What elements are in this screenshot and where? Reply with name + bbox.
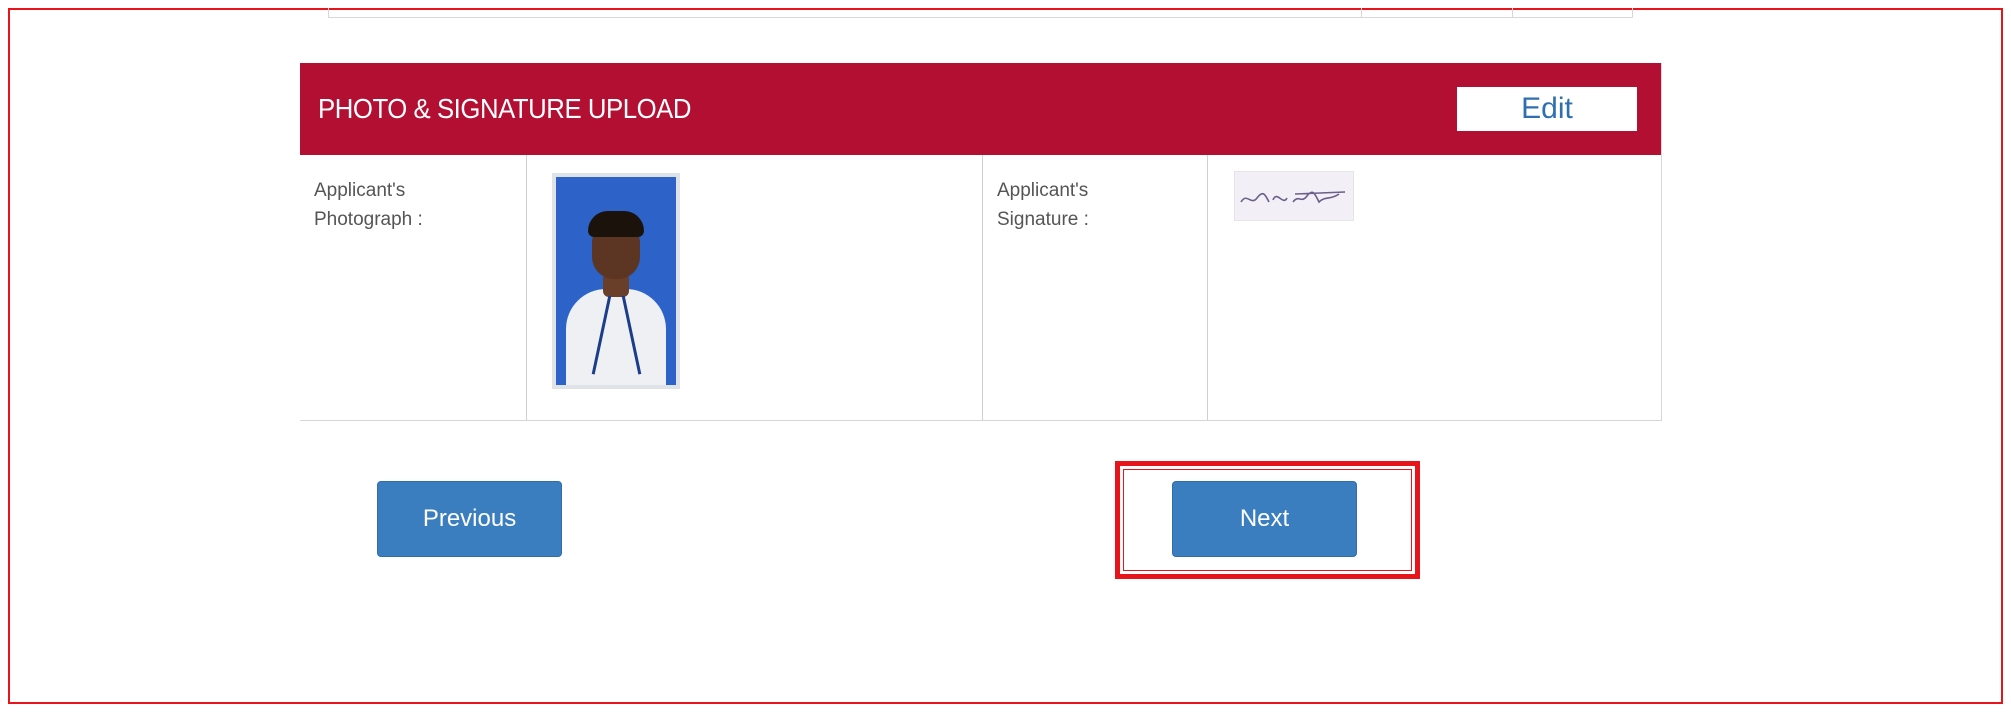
section-header: PHOTO & SIGNATURE UPLOAD Edit [300, 63, 1661, 155]
previous-section-table-edge [328, 8, 1633, 18]
previous-button[interactable]: Previous [377, 481, 562, 557]
next-button-highlight [1115, 461, 1420, 579]
photo-signature-section: PHOTO & SIGNATURE UPLOAD Edit Applicant'… [300, 63, 1662, 421]
applicant-signature [1234, 171, 1354, 221]
signature-label-cell: Applicant's Signature : [983, 155, 1208, 420]
section-title: PHOTO & SIGNATURE UPLOAD [318, 93, 692, 124]
photo-label: Applicant's Photograph : [314, 180, 423, 230]
photo-signature-row: Applicant's Photograph : Applicant's Sig… [300, 155, 1661, 420]
signature-cell [1208, 155, 1661, 420]
signature-label: Applicant's Signature : [997, 180, 1089, 230]
photo-label-cell: Applicant's Photograph : [300, 155, 527, 420]
photo-cell [527, 155, 983, 420]
edit-button[interactable]: Edit [1457, 87, 1637, 131]
applicant-photo [552, 173, 680, 389]
